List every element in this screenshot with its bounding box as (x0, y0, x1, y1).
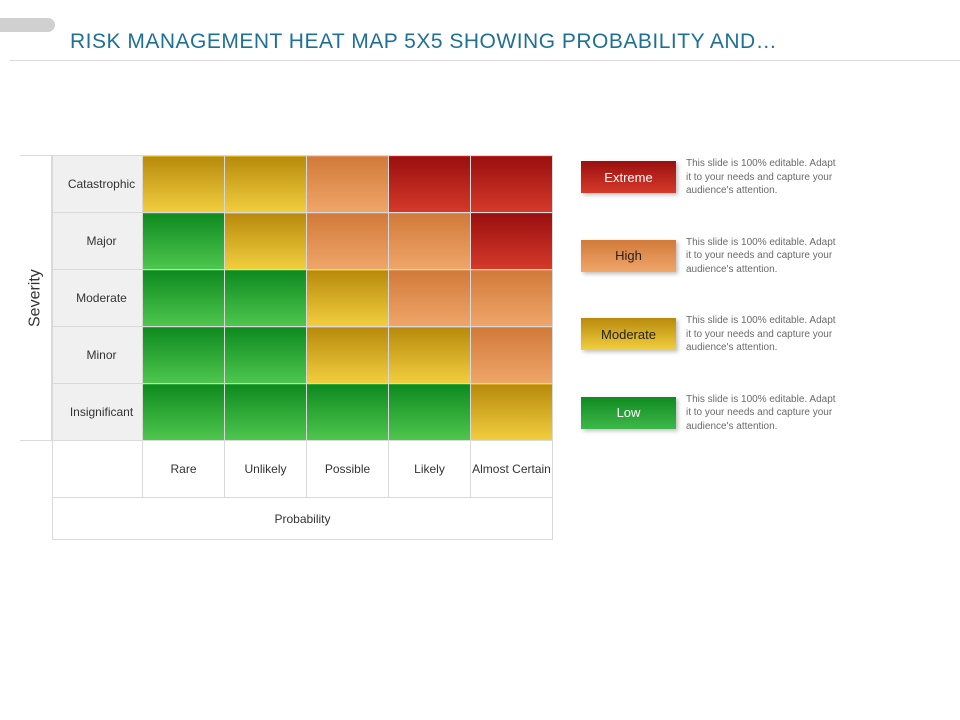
y-axis-label: Severity (20, 155, 52, 441)
heatmap-cell (471, 384, 553, 441)
legend-badge-high: High (581, 240, 676, 272)
heatmap-cell (307, 156, 389, 213)
heatmap-cell (389, 327, 471, 384)
heatmap-cell (471, 327, 553, 384)
legend-item-low: Low This slide is 100% editable. Adapt i… (581, 393, 836, 434)
heatmap-cell (307, 213, 389, 270)
heatmap-cell (471, 156, 553, 213)
page-title: RISK MANAGEMENT HEAT MAP 5X5 SHOWING PRO… (70, 30, 777, 54)
legend-badge-moderate: Moderate (581, 318, 676, 350)
heatmap-cell (389, 270, 471, 327)
legend-desc: This slide is 100% editable. Adapt it to… (686, 157, 836, 198)
legend-desc: This slide is 100% editable. Adapt it to… (686, 236, 836, 277)
heatmap-cell (143, 270, 225, 327)
heatmap-container: Severity CatastrophicMajorModerateMinorI… (20, 155, 553, 540)
heatmap-table: CatastrophicMajorModerateMinorInsignific… (52, 155, 553, 540)
probability-label: Unlikely (225, 441, 307, 498)
heatmap-cell (307, 270, 389, 327)
blank-cell (53, 441, 143, 498)
legend-item-high: High This slide is 100% editable. Adapt … (581, 236, 836, 277)
legend-item-moderate: Moderate This slide is 100% editable. Ad… (581, 314, 836, 355)
heatmap-cell (307, 384, 389, 441)
probability-label: Likely (389, 441, 471, 498)
heatmap-cell (225, 270, 307, 327)
legend-desc: This slide is 100% editable. Adapt it to… (686, 393, 836, 434)
probability-label: Possible (307, 441, 389, 498)
heatmap-cell (471, 270, 553, 327)
probability-label: Almost Certain (471, 441, 553, 498)
heatmap-cell (389, 156, 471, 213)
heatmap-cell (143, 384, 225, 441)
decorative-tab (0, 18, 55, 32)
heatmap-cell (389, 384, 471, 441)
severity-label: Catastrophic (53, 156, 143, 213)
heatmap-cell (225, 213, 307, 270)
content-area: Severity CatastrophicMajorModerateMinorI… (20, 155, 836, 540)
heatmap-cell (225, 384, 307, 441)
x-axis-label: Probability (53, 498, 553, 540)
heatmap-cell (389, 213, 471, 270)
heatmap-cell (143, 213, 225, 270)
legend-badge-low: Low (581, 397, 676, 429)
legend-item-extreme: Extreme This slide is 100% editable. Ada… (581, 157, 836, 198)
probability-label: Rare (143, 441, 225, 498)
heatmap-cell (143, 327, 225, 384)
legend-desc: This slide is 100% editable. Adapt it to… (686, 314, 836, 355)
heatmap-cell (471, 213, 553, 270)
severity-label: Minor (53, 327, 143, 384)
severity-label: Moderate (53, 270, 143, 327)
heatmap-cell (143, 156, 225, 213)
heatmap-cell (307, 327, 389, 384)
legend: Extreme This slide is 100% editable. Ada… (581, 157, 836, 433)
legend-badge-extreme: Extreme (581, 161, 676, 193)
heatmap-cell (225, 156, 307, 213)
severity-label: Insignificant (53, 384, 143, 441)
heatmap-cell (225, 327, 307, 384)
severity-label: Major (53, 213, 143, 270)
